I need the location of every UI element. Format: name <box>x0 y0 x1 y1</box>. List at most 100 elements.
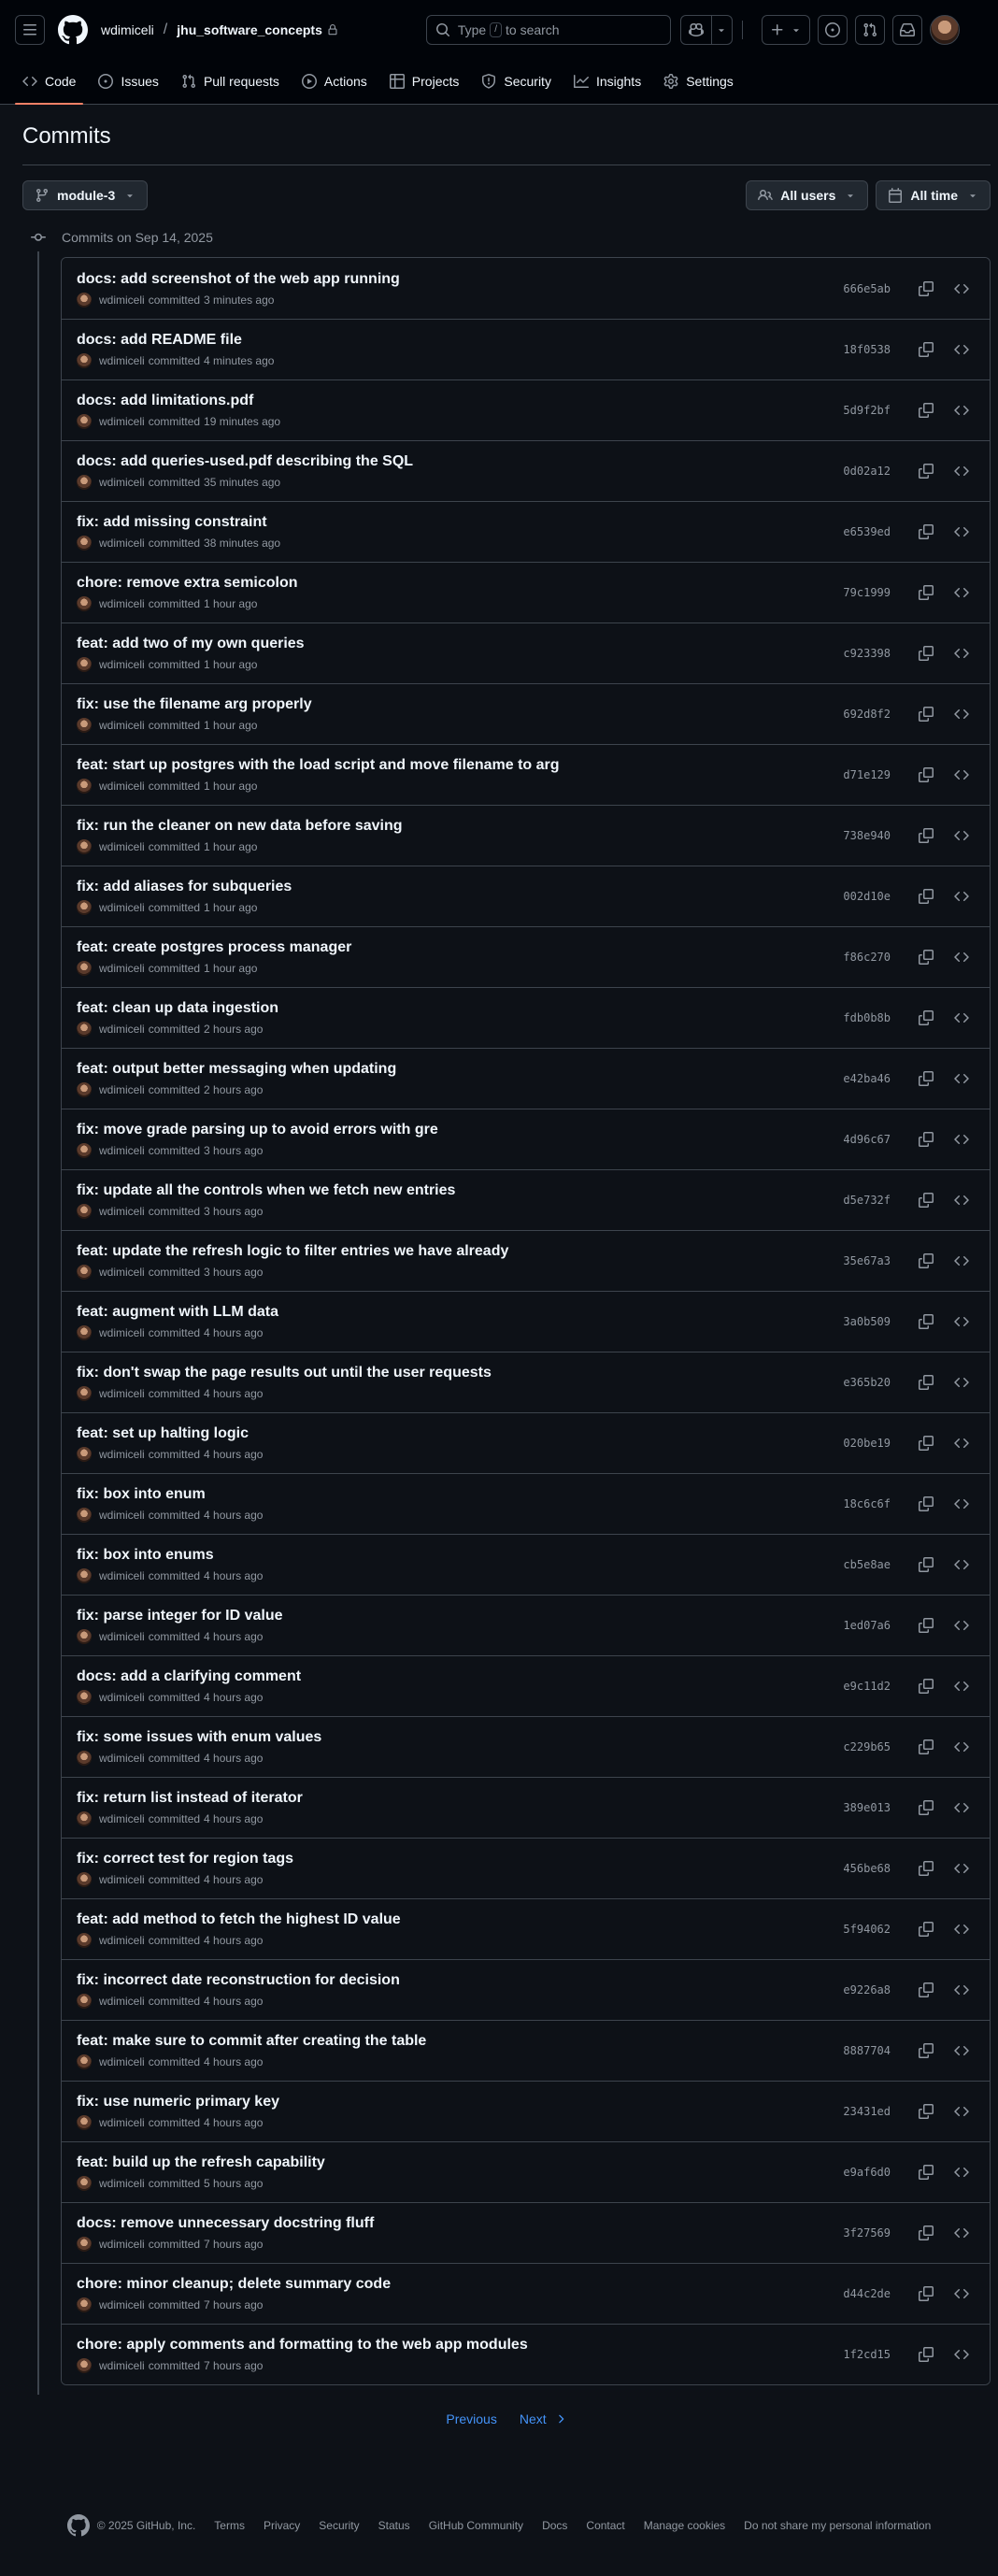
browse-code-icon[interactable] <box>948 1916 975 1942</box>
commit-author-link[interactable]: wdimiceli <box>99 293 145 308</box>
author-avatar[interactable] <box>77 1811 92 1826</box>
browse-code-icon[interactable] <box>948 823 975 849</box>
tab-security[interactable]: Security <box>474 59 559 104</box>
author-avatar[interactable] <box>77 1690 92 1705</box>
author-avatar[interactable] <box>77 839 92 854</box>
browse-code-icon[interactable] <box>948 580 975 606</box>
footer-link-docs[interactable]: Docs <box>542 2519 567 2532</box>
next-page-link[interactable]: Next <box>520 2411 567 2426</box>
copy-icon[interactable] <box>913 1795 939 1821</box>
commit-sha-link[interactable]: 5f94062 <box>843 1923 891 1936</box>
commit-title-link[interactable]: docs: add queries-used.pdf describing th… <box>77 452 843 471</box>
copy-icon[interactable] <box>913 519 939 545</box>
commit-author-link[interactable]: wdimiceli <box>99 1082 145 1097</box>
footer-link-manage-cookies[interactable]: Manage cookies <box>644 2519 725 2532</box>
browse-code-icon[interactable] <box>948 1552 975 1578</box>
browse-code-icon[interactable] <box>948 1126 975 1152</box>
copy-icon[interactable] <box>913 1248 939 1274</box>
commit-sha-link[interactable]: 35e67a3 <box>843 1254 891 1267</box>
commit-title-link[interactable]: feat: augment with LLM data <box>77 1303 843 1322</box>
commit-author-link[interactable]: wdimiceli <box>99 1325 145 1340</box>
github-logo-icon[interactable] <box>58 15 88 45</box>
commit-sha-link[interactable]: 020be19 <box>843 1437 891 1450</box>
commit-author-link[interactable]: wdimiceli <box>99 2237 145 2252</box>
author-avatar[interactable] <box>77 536 92 551</box>
commit-author-link[interactable]: wdimiceli <box>99 353 145 368</box>
copy-icon[interactable] <box>913 2159 939 2185</box>
author-avatar[interactable] <box>77 657 92 672</box>
commit-author-link[interactable]: wdimiceli <box>99 1447 145 1462</box>
commit-author-link[interactable]: wdimiceli <box>99 2358 145 2373</box>
browse-code-icon[interactable] <box>948 640 975 666</box>
commit-sha-link[interactable]: 3a0b509 <box>843 1315 891 1328</box>
commit-sha-link[interactable]: cb5e8ae <box>843 1558 891 1571</box>
inbox-button[interactable] <box>891 15 922 45</box>
commit-title-link[interactable]: docs: add a clarifying comment <box>77 1667 843 1686</box>
tab-pull-requests[interactable]: Pull requests <box>174 59 287 104</box>
commit-sha-link[interactable]: 456be68 <box>843 1862 891 1875</box>
commit-title-link[interactable]: feat: create postgres process manager <box>77 938 843 957</box>
commit-author-link[interactable]: wdimiceli <box>99 1386 145 1401</box>
copy-icon[interactable] <box>913 2220 939 2246</box>
breadcrumb-repo[interactable]: jhu_software_concepts <box>177 22 322 37</box>
commit-title-link[interactable]: fix: add missing constraint <box>77 513 843 532</box>
commit-author-link[interactable]: wdimiceli <box>99 2054 145 2069</box>
author-avatar[interactable] <box>77 1325 92 1340</box>
browse-code-icon[interactable] <box>948 1005 975 1031</box>
commit-sha-link[interactable]: 738e940 <box>843 829 891 842</box>
browse-code-icon[interactable] <box>948 1612 975 1639</box>
author-avatar[interactable] <box>77 1508 92 1523</box>
commit-author-link[interactable]: wdimiceli <box>99 1690 145 1705</box>
commit-sha-link[interactable]: 23431ed <box>843 2105 891 2118</box>
commit-sha-link[interactable]: e9c11d2 <box>843 1680 891 1693</box>
copy-icon[interactable] <box>913 1187 939 1213</box>
commit-author-link[interactable]: wdimiceli <box>99 1994 145 2009</box>
author-avatar[interactable] <box>77 961 92 976</box>
commit-sha-link[interactable]: 389e013 <box>843 1801 891 1814</box>
copy-icon[interactable] <box>913 823 939 849</box>
author-avatar[interactable] <box>77 718 92 733</box>
copy-icon[interactable] <box>913 458 939 484</box>
commit-author-link[interactable]: wdimiceli <box>99 1872 145 1887</box>
commit-title-link[interactable]: feat: build up the refresh capability <box>77 2154 843 2172</box>
browse-code-icon[interactable] <box>948 762 975 788</box>
footer-link-terms[interactable]: Terms <box>214 2519 245 2532</box>
tab-projects[interactable]: Projects <box>382 59 467 104</box>
author-avatar[interactable] <box>77 1994 92 2009</box>
commit-author-link[interactable]: wdimiceli <box>99 596 145 611</box>
commit-title-link[interactable]: fix: run the cleaner on new data before … <box>77 817 843 836</box>
commit-author-link[interactable]: wdimiceli <box>99 2176 145 2191</box>
issues-button[interactable] <box>817 15 848 45</box>
author-avatar[interactable] <box>77 1022 92 1037</box>
branch-select-button[interactable]: module-3 <box>22 180 149 210</box>
author-avatar[interactable] <box>77 2237 92 2252</box>
commit-title-link[interactable]: feat: start up postgres with the load sc… <box>77 756 843 775</box>
commit-sha-link[interactable]: e9226a8 <box>843 1983 891 1996</box>
browse-code-icon[interactable] <box>948 2038 975 2064</box>
commit-author-link[interactable]: wdimiceli <box>99 1143 145 1158</box>
copilot-menu[interactable] <box>679 15 733 45</box>
commit-title-link[interactable]: fix: update all the controls when we fet… <box>77 1181 843 1200</box>
breadcrumb-owner[interactable]: wdimiceli <box>101 22 154 37</box>
commit-title-link[interactable]: chore: minor cleanup; delete summary cod… <box>77 2275 843 2294</box>
commit-title-link[interactable]: feat: set up halting logic <box>77 1424 843 1443</box>
browse-code-icon[interactable] <box>948 1795 975 1821</box>
copy-icon[interactable] <box>913 1612 939 1639</box>
commit-title-link[interactable]: fix: incorrect date reconstruction for d… <box>77 1971 843 1990</box>
browse-code-icon[interactable] <box>948 1430 975 1456</box>
copy-icon[interactable] <box>913 762 939 788</box>
browse-code-icon[interactable] <box>948 1187 975 1213</box>
commit-sha-link[interactable]: e9af6d0 <box>843 2166 891 2179</box>
commit-title-link[interactable]: fix: parse integer for ID value <box>77 1607 843 1625</box>
author-avatar[interactable] <box>77 2115 92 2130</box>
author-avatar[interactable] <box>77 1933 92 1948</box>
commit-sha-link[interactable]: 79c1999 <box>843 586 891 599</box>
commit-author-link[interactable]: wdimiceli <box>99 900 145 915</box>
copy-icon[interactable] <box>913 1916 939 1942</box>
author-avatar[interactable] <box>77 1386 92 1401</box>
footer-link-do-not-share-my-personal-information[interactable]: Do not share my personal information <box>744 2519 931 2532</box>
commit-author-link[interactable]: wdimiceli <box>99 2297 145 2312</box>
copy-icon[interactable] <box>913 580 939 606</box>
browse-code-icon[interactable] <box>948 1734 975 1760</box>
author-avatar[interactable] <box>77 2176 92 2191</box>
